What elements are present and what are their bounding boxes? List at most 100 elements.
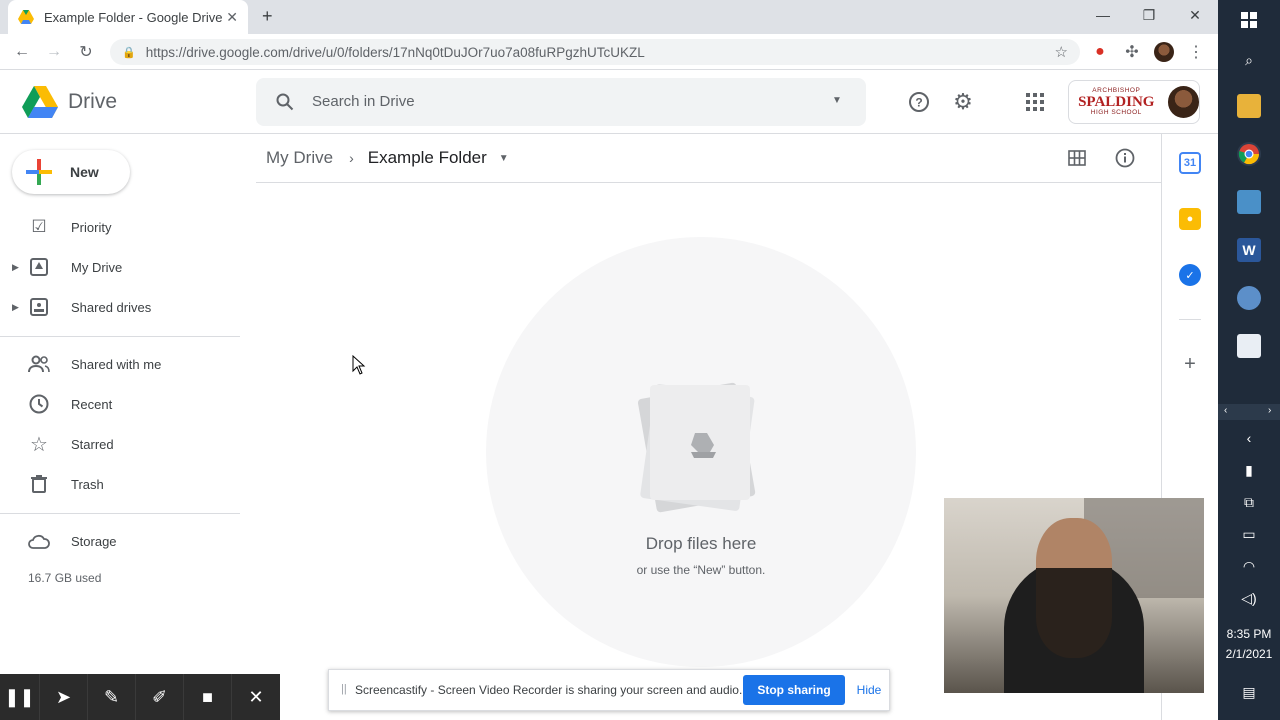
add-addon-plus-icon[interactable]: +	[1179, 353, 1201, 375]
sidebar-item-priority[interactable]: ☑ Priority	[0, 207, 240, 247]
cloud-icon	[28, 530, 50, 552]
sidebar-divider	[0, 336, 240, 337]
new-button[interactable]: New	[12, 150, 130, 194]
camera-icon[interactable]: ■	[184, 674, 232, 720]
new-button-label: New	[70, 164, 99, 180]
hide-button[interactable]: Hide	[853, 675, 885, 705]
drop-files-illustration-icon	[637, 382, 756, 513]
taskbar-scroller[interactable]: ‹ ›	[1218, 404, 1280, 420]
account-avatar[interactable]	[1167, 86, 1199, 118]
breadcrumb-my-drive[interactable]: My Drive	[266, 148, 333, 168]
sidebar-item-shared-drives[interactable]: ▶ Shared drives	[0, 287, 240, 327]
omnibox[interactable]: 🔒 https://drive.google.com/drive/u/0/fol…	[110, 39, 1080, 65]
notifications-icon[interactable]: ▤	[1237, 680, 1261, 704]
word-icon[interactable]: W	[1237, 238, 1261, 262]
volume-icon[interactable]: ◁)	[1237, 586, 1261, 610]
search-bar[interactable]: Search in Drive ▼	[256, 78, 866, 126]
forward-icon[interactable]: →	[42, 40, 66, 64]
drive-logo-icon[interactable]	[22, 84, 58, 120]
grid-view-icon[interactable]	[1061, 142, 1093, 174]
minimize-icon[interactable]: —	[1080, 0, 1126, 30]
expand-caret-icon[interactable]: ▶	[12, 262, 19, 273]
tasks-icon[interactable]: ✓	[1179, 264, 1201, 286]
breadcrumb-separator-icon: ›	[349, 150, 354, 166]
svg-text:?: ?	[915, 96, 922, 110]
sidebar-item-starred[interactable]: ☆ Starred	[0, 424, 240, 464]
info-icon[interactable]	[1109, 142, 1141, 174]
new-tab-button[interactable]: +	[262, 6, 273, 27]
windows-start-icon[interactable]	[1237, 8, 1261, 32]
sharing-message: Screencastify - Screen Video Recorder is…	[355, 683, 743, 697]
search-options-chevron-icon[interactable]: ▼	[832, 95, 842, 106]
file-explorer-icon[interactable]	[1237, 94, 1261, 118]
extension-record-icon[interactable]: ●	[1088, 40, 1112, 64]
empty-state-subtitle: or use the “New” button.	[636, 563, 766, 577]
restore-icon[interactable]: ❐	[1126, 0, 1172, 30]
empty-state-title: Drop files here	[645, 534, 757, 553]
scroll-left-icon[interactable]: ‹	[1224, 405, 1227, 416]
close-icon[interactable]: ✕	[1172, 0, 1218, 30]
drive-favicon-icon	[18, 10, 34, 24]
shared-drives-icon	[28, 296, 50, 318]
breadcrumb: My Drive › Example Folder ▼	[266, 146, 509, 170]
side-panel-divider	[1179, 319, 1201, 320]
clock-time[interactable]: 8:35 PM	[1218, 627, 1280, 641]
taskbar-search-icon[interactable]: ⌕	[1237, 48, 1261, 72]
close-recorder-icon[interactable]: ✕	[232, 674, 280, 720]
screen-record-icon[interactable]: ⧉	[1237, 490, 1261, 514]
calendar-icon[interactable]: 31	[1179, 152, 1201, 174]
scroll-right-icon[interactable]: ›	[1268, 405, 1271, 416]
tray-expand-icon[interactable]: ‹	[1237, 426, 1261, 450]
school-logo: ARCHBISHOP SPALDING HIGH SCHOOL	[1078, 87, 1155, 116]
sidebar-item-recent[interactable]: Recent	[0, 384, 240, 424]
webcam-overlay[interactable]	[944, 498, 1204, 693]
reload-icon[interactable]: ↻	[74, 40, 98, 64]
browser-tab-bar: Example Folder - Google Drive ✕ + — ❐ ✕	[0, 0, 1218, 34]
profile-avatar[interactable]	[1154, 42, 1174, 62]
person-beard	[1036, 568, 1112, 658]
sidebar-item-shared-with-me[interactable]: Shared with me	[0, 344, 240, 384]
sidebar-divider	[0, 513, 240, 514]
stop-sharing-button[interactable]: Stop sharing	[743, 675, 845, 705]
windows-taskbar: ⌕ W ‹ › ‹ ▮ ⧉ ▭ ◠ ◁) ▤	[1218, 0, 1280, 720]
pen-icon[interactable]: ✎	[88, 674, 136, 720]
app-icon[interactable]	[1237, 190, 1261, 214]
sidebar-item-storage[interactable]: Storage	[0, 521, 240, 561]
folder-menu-chevron-icon[interactable]: ▼	[499, 153, 509, 164]
eraser-icon[interactable]: ✐	[136, 674, 184, 720]
pause-icon[interactable]: ❚❚	[0, 674, 40, 720]
tab-close-icon[interactable]: ✕	[226, 9, 238, 26]
star-icon: ☆	[30, 433, 48, 456]
address-toolbar: ← → ↻ 🔒 https://drive.google.com/drive/u…	[0, 34, 1218, 70]
clock-date[interactable]: 2/1/2021	[1218, 647, 1280, 661]
expand-caret-icon[interactable]: ▶	[12, 302, 19, 313]
paint-icon[interactable]	[1237, 286, 1261, 310]
usb-icon[interactable]: ▮	[1237, 458, 1261, 482]
document-app-icon[interactable]	[1237, 334, 1261, 358]
keep-icon[interactable]: ●	[1179, 208, 1201, 230]
extensions-puzzle-icon[interactable]: ✣	[1120, 40, 1144, 64]
people-icon	[28, 353, 50, 375]
chrome-icon[interactable]	[1237, 142, 1261, 166]
storage-used-text: 16.7 GB used	[28, 571, 102, 585]
battery-icon[interactable]: ▭	[1237, 522, 1261, 546]
bookmark-star-icon[interactable]: ☆	[1055, 43, 1068, 61]
browser-menu-icon[interactable]: ⋮	[1184, 40, 1208, 64]
browser-tab[interactable]: Example Folder - Google Drive ✕	[8, 0, 248, 34]
help-icon[interactable]: ?	[903, 86, 935, 118]
drag-handle-icon[interactable]: ||	[341, 683, 347, 695]
sidebar-item-trash[interactable]: Trash	[0, 464, 240, 504]
settings-gear-icon[interactable]: ⚙	[947, 86, 979, 118]
search-input[interactable]: Search in Drive	[312, 93, 415, 110]
recorder-toolbar: ❚❚ ➤ ✎ ✐ ■ ✕	[0, 674, 280, 720]
breadcrumb-current-folder[interactable]: Example Folder	[368, 148, 487, 168]
apps-grid-icon[interactable]	[1019, 86, 1051, 118]
pointer-icon[interactable]: ➤	[40, 674, 88, 720]
sidebar-item-my-drive[interactable]: ▶ My Drive	[0, 247, 240, 287]
wifi-icon[interactable]: ◠	[1237, 554, 1261, 578]
lock-icon: 🔒	[122, 46, 136, 59]
search-icon[interactable]	[276, 93, 294, 111]
app-name[interactable]: Drive	[68, 90, 117, 114]
back-icon[interactable]: ←	[10, 40, 34, 64]
account-switcher[interactable]: ARCHBISHOP SPALDING HIGH SCHOOL	[1068, 80, 1200, 124]
